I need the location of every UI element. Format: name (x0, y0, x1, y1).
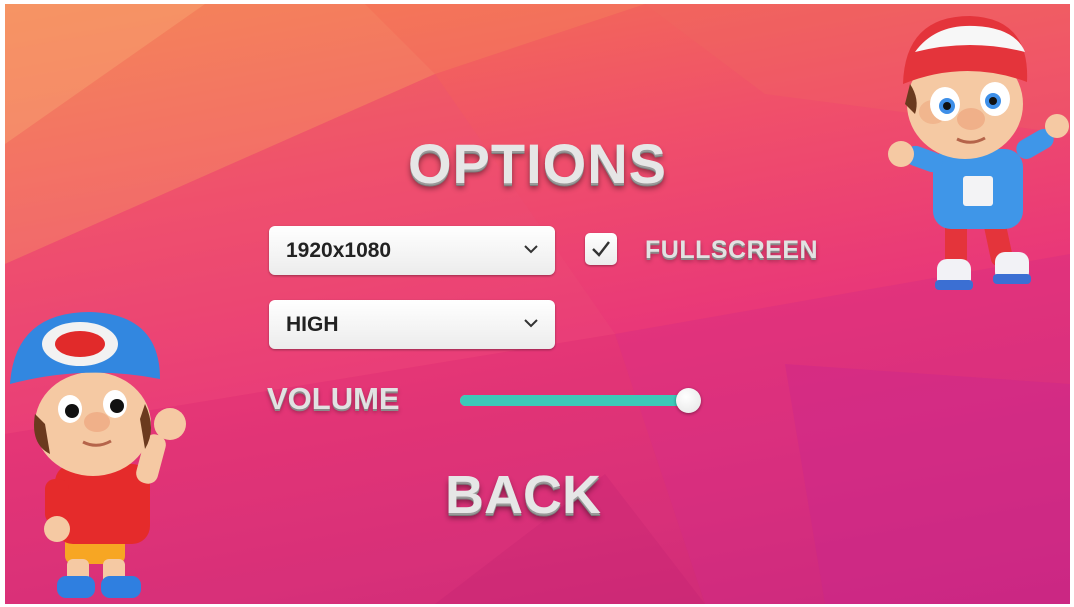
options-title: OPTIONS (407, 132, 668, 195)
fullscreen-checkbox[interactable] (585, 233, 617, 265)
volume-label: VOLUME (267, 381, 400, 416)
volume-slider-handle[interactable] (676, 388, 701, 413)
quality-dropdown[interactable]: HIGH (269, 300, 555, 349)
volume-slider-fill (460, 395, 688, 406)
quality-value: HIGH (286, 313, 339, 336)
resolution-value: 1920x1080 (286, 239, 392, 262)
character-blue-cap (10, 312, 186, 598)
back-button[interactable]: BACK (445, 464, 601, 526)
fullscreen-label: FULLSCREEN (645, 236, 819, 264)
options-screen: OPTIONS 1920x1080 FULLSCREEN HIGH VOLUME… (5, 4, 1070, 604)
resolution-dropdown[interactable]: 1920x1080 (269, 226, 555, 275)
chevron-down-icon (524, 319, 538, 328)
volume-slider[interactable] (460, 388, 701, 413)
chevron-down-icon (524, 245, 538, 254)
checkmark-icon (592, 241, 610, 257)
